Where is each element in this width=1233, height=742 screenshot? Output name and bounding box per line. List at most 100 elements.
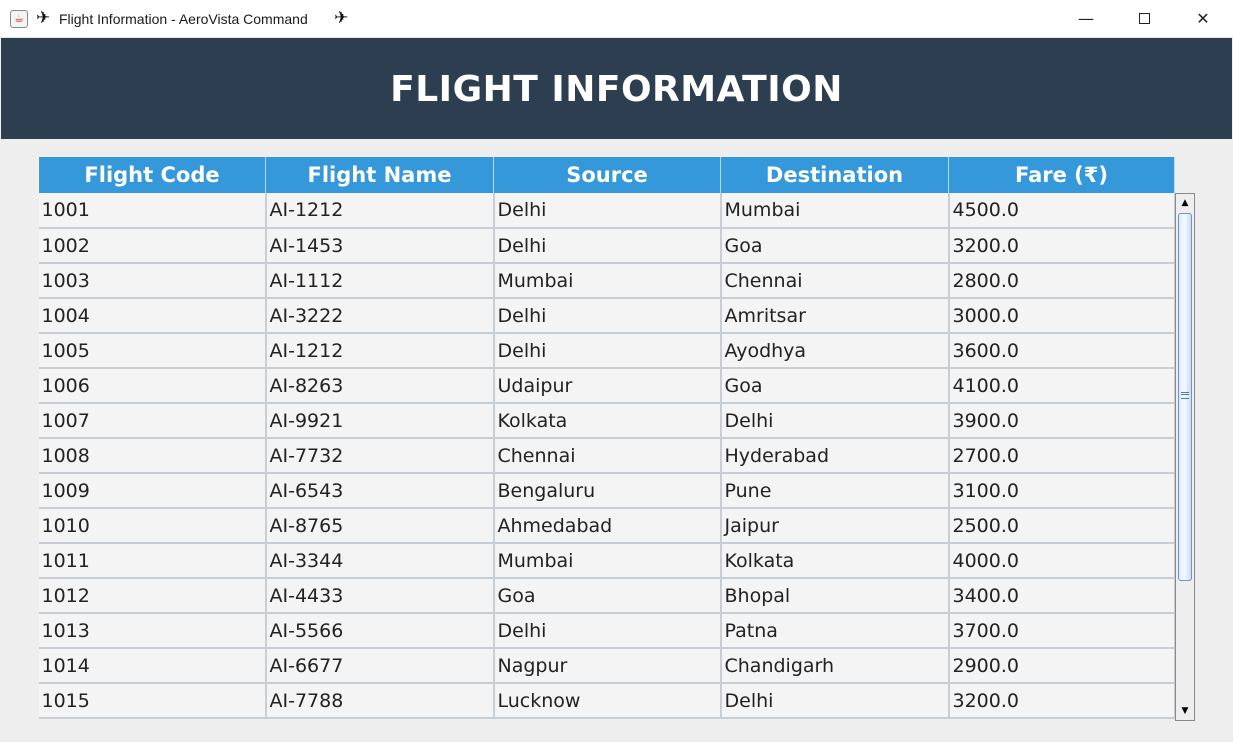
table-cell[interactable]: 3200.0: [948, 228, 1176, 264]
close-button[interactable]: ✕: [1174, 0, 1232, 38]
table-cell[interactable]: Ayodhya: [720, 333, 950, 369]
table-row[interactable]: 1002 AI-1453 Delhi Goa 3200.0: [38, 228, 1176, 264]
table-cell[interactable]: 1012: [38, 578, 267, 614]
table-cell[interactable]: Nagpur: [493, 648, 722, 684]
table-row[interactable]: 1008 AI-7732 Chennai Hyderabad 2700.0: [38, 438, 1176, 474]
table-cell[interactable]: AI-3344: [265, 543, 495, 579]
table-row[interactable]: 1014 AI-6677 Nagpur Chandigarh 2900.0: [38, 648, 1176, 684]
table-cell[interactable]: 2500.0: [948, 508, 1176, 544]
table-cell[interactable]: 4100.0: [948, 368, 1176, 404]
table-cell[interactable]: 1007: [38, 403, 267, 439]
table-row[interactable]: 1007 AI-9921 Kolkata Delhi 3900.0: [38, 403, 1176, 439]
table-cell[interactable]: 3100.0: [948, 473, 1176, 509]
table-row[interactable]: 1006 AI-8263 Udaipur Goa 4100.0: [38, 368, 1176, 404]
table-row[interactable]: 1015 AI-7788 Lucknow Delhi 3200.0: [38, 683, 1176, 719]
table-row[interactable]: 1010 AI-8765 Ahmedabad Jaipur 2500.0: [38, 508, 1176, 544]
table-cell[interactable]: 1006: [38, 368, 267, 404]
table-cell[interactable]: 1009: [38, 473, 267, 509]
table-cell[interactable]: 1001: [38, 193, 267, 229]
table-cell[interactable]: 1005: [38, 333, 267, 369]
maximize-button[interactable]: [1115, 0, 1173, 38]
table-cell[interactable]: AI-6543: [265, 473, 495, 509]
table-cell[interactable]: 3000.0: [948, 298, 1176, 334]
table-cell[interactable]: Delhi: [493, 298, 722, 334]
table-cell[interactable]: Bhopal: [720, 578, 950, 614]
table-row[interactable]: 1005 AI-1212 Delhi Ayodhya 3600.0: [38, 333, 1176, 369]
table-cell[interactable]: Mumbai: [720, 193, 950, 229]
scroll-up-arrow-icon[interactable]: ▲: [1177, 195, 1193, 211]
table-cell[interactable]: AI-1212: [265, 193, 495, 229]
table-cell[interactable]: Chandigarh: [720, 648, 950, 684]
table-row[interactable]: 1011 AI-3344 Mumbai Kolkata 4000.0: [38, 543, 1176, 579]
table-cell[interactable]: Udaipur: [493, 368, 722, 404]
minimize-button[interactable]: —: [1057, 0, 1115, 38]
table-cell[interactable]: 3200.0: [948, 683, 1176, 719]
table-row[interactable]: 1004 AI-3222 Delhi Amritsar 3000.0: [38, 298, 1176, 334]
table-row[interactable]: 1001 AI-1212 Delhi Mumbai 4500.0: [38, 193, 1176, 229]
table-cell[interactable]: 3600.0: [948, 333, 1176, 369]
table-cell[interactable]: 1010: [38, 508, 267, 544]
table-cell[interactable]: Goa: [720, 228, 950, 264]
table-cell[interactable]: Delhi: [493, 333, 722, 369]
table-cell[interactable]: Goa: [493, 578, 722, 614]
table-cell[interactable]: AI-4433: [265, 578, 495, 614]
table-row[interactable]: 1003 AI-1112 Mumbai Chennai 2800.0: [38, 263, 1176, 299]
table-cell[interactable]: Patna: [720, 613, 950, 649]
table-row[interactable]: 1009 AI-6543 Bengaluru Pune 3100.0: [38, 473, 1176, 509]
table-cell[interactable]: AI-8263: [265, 368, 495, 404]
column-header[interactable]: Fare (₹): [948, 157, 1175, 193]
table-cell[interactable]: Delhi: [720, 683, 950, 719]
table-cell[interactable]: 1013: [38, 613, 267, 649]
table-cell[interactable]: 1008: [38, 438, 267, 474]
table-cell[interactable]: AI-7732: [265, 438, 495, 474]
table-cell[interactable]: 2700.0: [948, 438, 1176, 474]
table-cell[interactable]: AI-7788: [265, 683, 495, 719]
table-cell[interactable]: 3900.0: [948, 403, 1176, 439]
table-cell[interactable]: Delhi: [493, 228, 722, 264]
column-header[interactable]: Destination: [720, 157, 949, 193]
table-cell[interactable]: 1014: [38, 648, 267, 684]
table-cell[interactable]: Lucknow: [493, 683, 722, 719]
column-header[interactable]: Flight Code: [38, 157, 266, 193]
table-cell[interactable]: Delhi: [493, 193, 722, 229]
table-row[interactable]: 1012 AI-4433 Goa Bhopal 3400.0: [38, 578, 1176, 614]
scroll-down-arrow-icon[interactable]: ▼: [1177, 703, 1193, 719]
table-cell[interactable]: Kolkata: [493, 403, 722, 439]
table-cell[interactable]: 1003: [38, 263, 267, 299]
table-cell[interactable]: 2900.0: [948, 648, 1176, 684]
table-cell[interactable]: 3700.0: [948, 613, 1176, 649]
table-cell[interactable]: Delhi: [493, 613, 722, 649]
table-cell[interactable]: Mumbai: [493, 543, 722, 579]
table-row[interactable]: 1013 AI-5566 Delhi Patna 3700.0: [38, 613, 1176, 649]
table-cell[interactable]: Amritsar: [720, 298, 950, 334]
table-cell[interactable]: AI-1112: [265, 263, 495, 299]
table-cell[interactable]: AI-3222: [265, 298, 495, 334]
table-cell[interactable]: Kolkata: [720, 543, 950, 579]
table-cell[interactable]: Hyderabad: [720, 438, 950, 474]
table-cell[interactable]: Chennai: [493, 438, 722, 474]
table-cell[interactable]: Goa: [720, 368, 950, 404]
scrollbar-thumb[interactable]: [1178, 213, 1192, 581]
table-cell[interactable]: AI-6677: [265, 648, 495, 684]
table-cell[interactable]: Chennai: [720, 263, 950, 299]
table-cell[interactable]: Pune: [720, 473, 950, 509]
table-cell[interactable]: Mumbai: [493, 263, 722, 299]
table-cell[interactable]: Bengaluru: [493, 473, 722, 509]
table-cell[interactable]: 4000.0: [948, 543, 1176, 579]
table-cell[interactable]: AI-1212: [265, 333, 495, 369]
table-cell[interactable]: AI-8765: [265, 508, 495, 544]
table-cell[interactable]: AI-5566: [265, 613, 495, 649]
column-header[interactable]: Flight Name: [265, 157, 494, 193]
table-cell[interactable]: AI-9921: [265, 403, 495, 439]
table-cell[interactable]: Jaipur: [720, 508, 950, 544]
table-cell[interactable]: 1011: [38, 543, 267, 579]
table-cell[interactable]: AI-1453: [265, 228, 495, 264]
table-cell[interactable]: 1002: [38, 228, 267, 264]
vertical-scrollbar[interactable]: ▲ ▼: [1175, 193, 1195, 721]
table-cell[interactable]: 1015: [38, 683, 267, 719]
table-cell[interactable]: 3400.0: [948, 578, 1176, 614]
table-cell[interactable]: 4500.0: [948, 193, 1176, 229]
table-cell[interactable]: Ahmedabad: [493, 508, 722, 544]
column-header[interactable]: Source: [493, 157, 721, 193]
table-cell[interactable]: 2800.0: [948, 263, 1176, 299]
